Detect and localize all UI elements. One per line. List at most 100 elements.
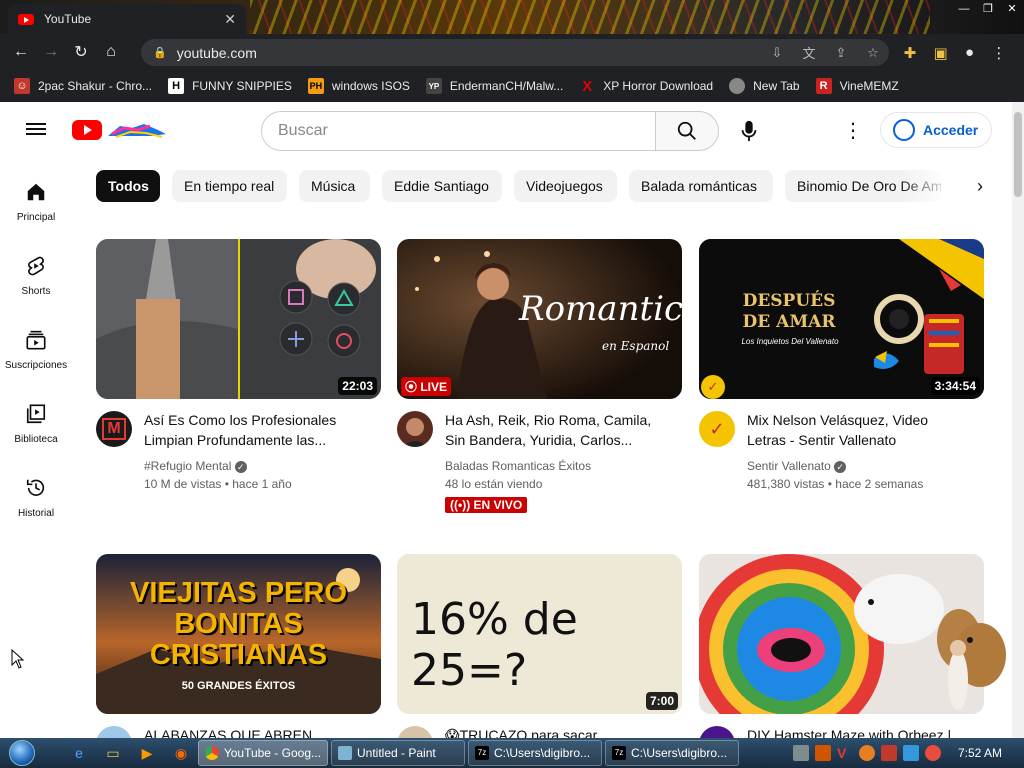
install-app-icon[interactable]: ⇩ — [761, 45, 793, 61]
chip-label: Todos — [108, 178, 149, 194]
clock[interactable]: 7:52 AM — [958, 746, 1002, 760]
views: 10 M de vistas — [144, 477, 222, 491]
chip-eddie-santiago[interactable]: Eddie Santiago — [382, 170, 502, 202]
tray-app-icon[interactable] — [858, 745, 875, 761]
7zip-icon: 7z — [612, 746, 626, 760]
start-button[interactable] — [0, 738, 44, 768]
video-title[interactable]: Ha Ash, Reik, Rio Roma, Camila, Sin Bande… — [445, 410, 683, 450]
video-meta: 48 lo están viendo — [445, 477, 543, 491]
taskbar-item-7zip-1[interactable]: 7z C:\Users\digibro... — [468, 740, 602, 766]
title-line: Ha Ash, Reik, Rio Roma, Camila, — [445, 412, 652, 428]
menu-dots-icon[interactable]: ⋮ — [991, 44, 1006, 62]
media-player-icon[interactable]: ▶ — [134, 742, 160, 764]
channel-avatar[interactable] — [397, 411, 433, 447]
video-title[interactable]: Mix Nelson Velásquez, Video Letras - Sent… — [747, 410, 985, 450]
channel-name[interactable]: #Refugio Mental ✓ — [144, 459, 247, 473]
translate-icon[interactable]: 文 — [793, 43, 825, 62]
bookmarks-bar: ☺ 2pac Shakur - Chro... H FUNNY SNIPPIES P… — [0, 70, 1024, 102]
chip-balada-romanticas[interactable]: Balada románticas — [629, 170, 773, 202]
tray-flag-icon[interactable] — [880, 745, 897, 761]
video-thumbnail[interactable]: VIEJITAS PERO BONITAS CRISTIANAS 50 GRANDE… — [96, 554, 381, 714]
video-thumbnail[interactable]: Romanticas en Espanol ⦿ LIVE — [397, 239, 682, 399]
video-title[interactable]: Así Es Como los Profesionales Limpian Pro… — [144, 410, 382, 450]
search-input[interactable]: Buscar — [261, 111, 656, 151]
settings-dots-icon[interactable]: ⋮ — [840, 118, 866, 144]
tray-volume-icon[interactable] — [924, 745, 941, 761]
page-scrollbar[interactable] — [1012, 102, 1024, 738]
tray-app-icon[interactable] — [792, 745, 809, 761]
sidebar-item-historial[interactable]: Historial — [0, 460, 72, 524]
home-button-icon[interactable]: ⌂ — [96, 37, 126, 67]
chevron-right-icon[interactable]: › — [966, 172, 994, 200]
browser-tab[interactable]: YouTube ✕ — [8, 4, 246, 34]
bookmark-label: EndermanCH/Malw... — [449, 79, 564, 93]
profile-icon[interactable]: ● — [965, 44, 974, 61]
channel-avatar[interactable]: ✓ — [699, 411, 735, 447]
verified-icon: ✓ — [234, 461, 247, 473]
taskbar-item-chrome[interactable]: YouTube - Goog... — [198, 740, 328, 766]
minimize-icon[interactable]: — — [952, 0, 976, 20]
sidebar-item-suscripciones[interactable]: Suscripciones — [0, 312, 72, 376]
verified-icon: ✓ — [834, 461, 847, 473]
tray-app-icon[interactable] — [814, 745, 831, 761]
share-icon[interactable]: ⇪ — [825, 45, 857, 61]
scrollbar-thumb[interactable] — [1014, 112, 1022, 197]
reload-icon[interactable]: ↻ — [66, 37, 96, 67]
extensions-icon[interactable]: ✚ — [904, 44, 917, 62]
windows-taskbar: e ▭ ▶ ◉ YouTube - Goog... Untitled - Pai… — [0, 738, 1024, 768]
tray-network-icon[interactable] — [902, 745, 919, 761]
thumbnail-text: VIEJITAS PERO BONITAS CRISTIANAS — [96, 578, 381, 671]
sign-in-button[interactable]: Acceder — [880, 112, 992, 148]
forward-icon[interactable]: → — [36, 37, 66, 67]
video-thumbnail[interactable]: DESPUÉS DE AMAR Los Inquietos Del Vallena… — [699, 239, 984, 399]
bookmark-item[interactable]: R VineMEMZ — [815, 78, 899, 94]
video-thumbnail[interactable]: 22:03 — [96, 239, 381, 399]
bookmark-star-icon[interactable]: ☆ — [857, 45, 889, 61]
bookmark-item[interactable]: ☺ 2pac Shakur - Chro... — [14, 78, 152, 94]
bookmark-item[interactable]: New Tab — [729, 78, 800, 94]
sidebar-item-shorts[interactable]: Shorts — [0, 238, 72, 302]
taskbar-item-paint[interactable]: Untitled - Paint — [331, 740, 465, 766]
bookmark-item[interactable]: X XP Horror Download — [579, 78, 713, 95]
channel-name[interactable]: Sentir Vallenato ✓ — [747, 459, 847, 473]
restore-icon[interactable]: ❐ — [976, 0, 1000, 20]
desktop-pet-overlay[interactable] — [930, 610, 1010, 720]
thumbnail-text-line: DE AMAR — [742, 312, 836, 332]
back-icon[interactable]: ← — [6, 37, 36, 67]
sidebar-item-principal[interactable]: Principal — [0, 164, 72, 228]
system-tray: V 7:52 AM — [790, 738, 1024, 768]
tray-v-icon[interactable]: V — [837, 745, 853, 761]
youtube-logo[interactable] — [72, 118, 168, 142]
bookmark-item[interactable]: H FUNNY SNIPPIES — [168, 78, 292, 94]
chip-todos[interactable]: Todos — [96, 170, 160, 202]
ph-logo-icon: PH — [307, 78, 324, 94]
video-thumbnail[interactable]: 16% de 25=? 7:00 — [397, 554, 682, 714]
bookmark-item[interactable]: PH windows ISOS — [307, 78, 410, 94]
taskbar-item-7zip-2[interactable]: 7z C:\Users\digibro... — [605, 740, 739, 766]
address-bar[interactable]: 🔒 youtube.com ⇩ 文 ⇪ ☆ — [141, 39, 889, 66]
thumbnail-text: DESPUÉS DE AMAR — [741, 291, 837, 333]
thumbnail-text: Romanticas — [519, 289, 682, 329]
channel-name[interactable]: Baladas Romanticas Éxitos — [445, 459, 591, 473]
hamburger-menu-icon[interactable] — [26, 120, 46, 138]
address-url[interactable]: youtube.com — [177, 45, 761, 61]
close-window-icon[interactable]: ✕ — [1000, 0, 1024, 20]
folder-icon[interactable]: ▭ — [100, 742, 126, 764]
side-panel-icon[interactable]: ▣ — [934, 44, 948, 62]
close-tab-icon[interactable]: ✕ — [224, 11, 236, 28]
chip-musica[interactable]: Música — [299, 170, 370, 202]
sidebar-label: Historial — [17, 508, 55, 519]
sidebar-item-biblioteca[interactable]: Biblioteca — [0, 386, 72, 450]
chips-fade — [900, 168, 960, 204]
chip-videojuegos[interactable]: Videojuegos — [514, 170, 617, 202]
voice-search-button[interactable] — [730, 112, 768, 150]
search-placeholder: Buscar — [278, 122, 328, 139]
channel-avatar[interactable]: M — [96, 411, 132, 447]
chip-en-tiempo-real[interactable]: En tiempo real — [172, 170, 287, 202]
search-button[interactable] — [655, 111, 719, 151]
bookmark-item[interactable]: YP EndermanCH/Malw... — [425, 78, 564, 94]
sidebar-label: Suscripciones — [4, 360, 68, 371]
firefox-icon[interactable]: ◉ — [168, 742, 194, 764]
internet-explorer-icon[interactable]: e — [66, 742, 92, 764]
sidebar-label: Shorts — [21, 286, 51, 297]
